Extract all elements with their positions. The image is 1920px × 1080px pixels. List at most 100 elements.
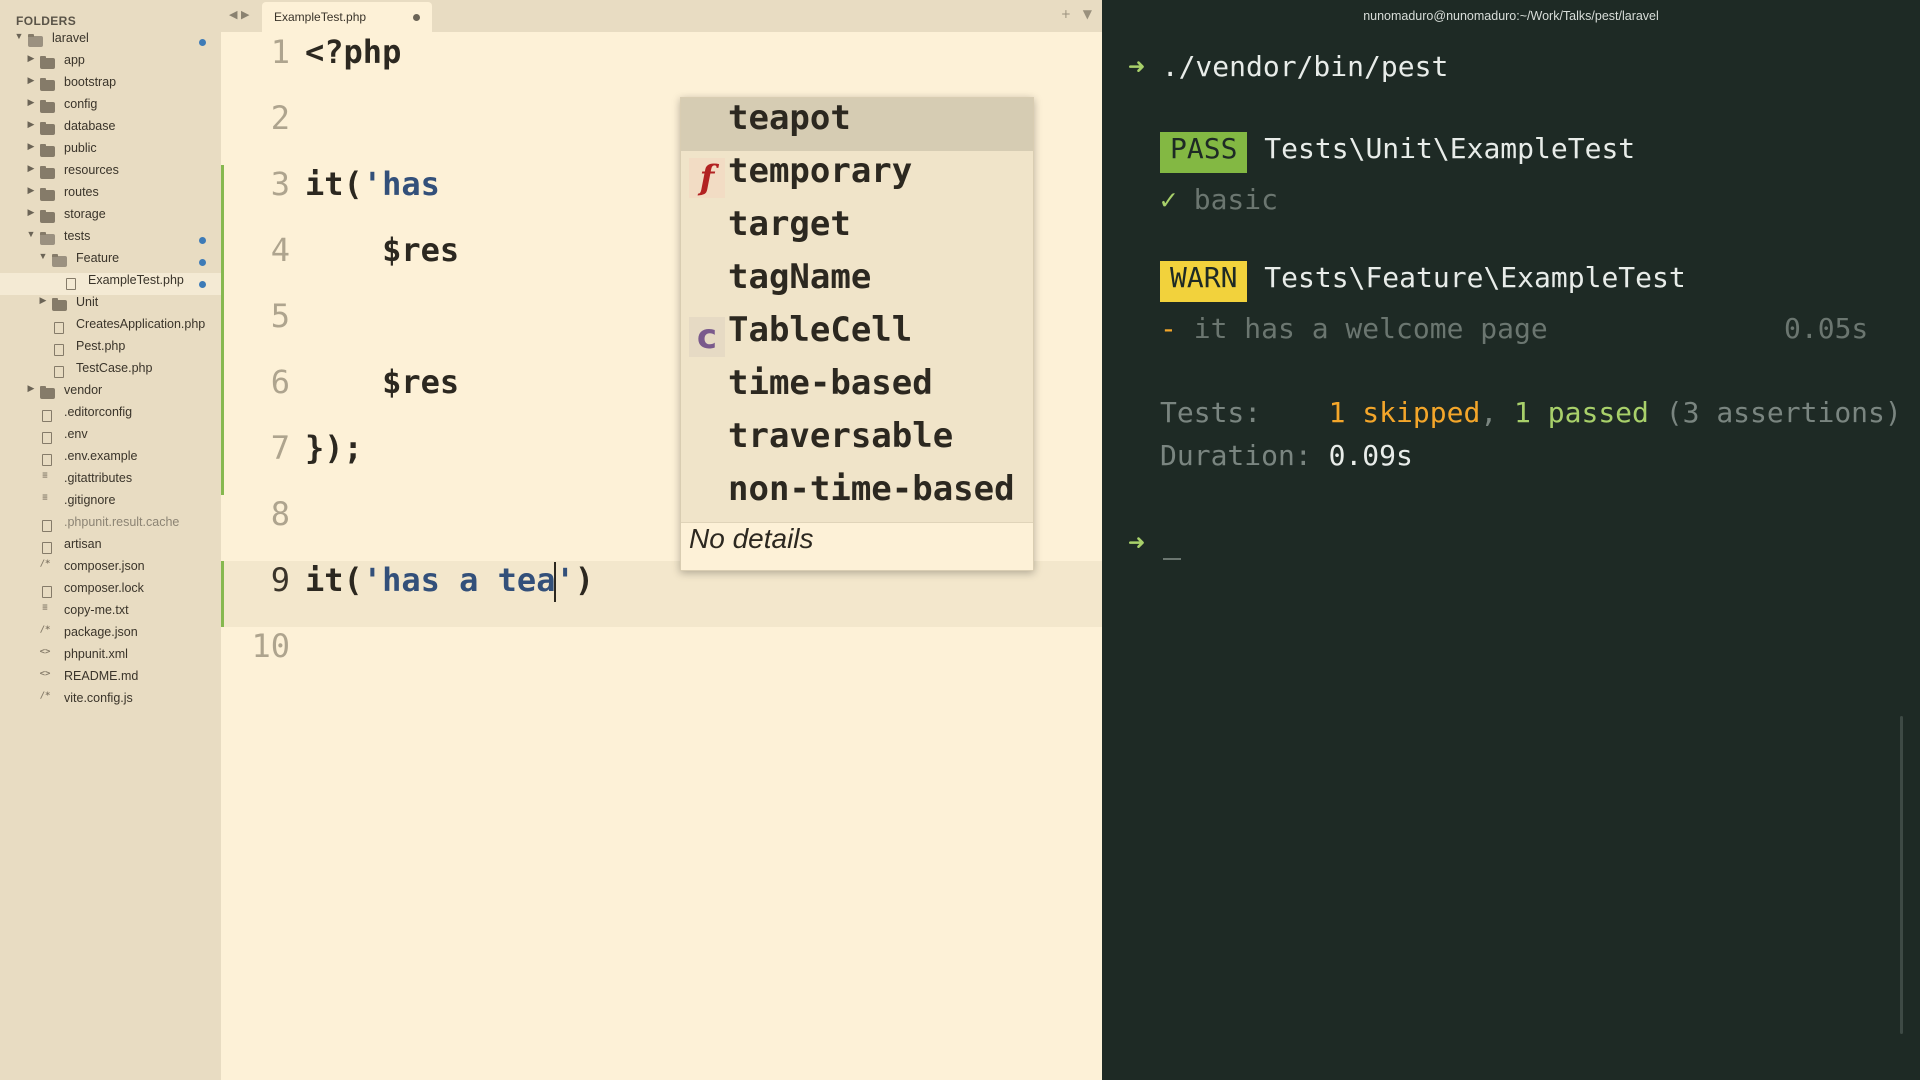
- tab-list-chevron-down-icon[interactable]: ▼: [1083, 7, 1092, 21]
- tree-item-exampletest-php[interactable]: ExampleTest.php: [0, 273, 221, 295]
- folder-icon: [40, 210, 55, 223]
- pass-badge: PASS: [1160, 132, 1248, 173]
- file-icon: [42, 542, 52, 554]
- autocomplete-item[interactable]: target: [681, 204, 1033, 257]
- code-token: it(: [305, 561, 363, 599]
- tree-item-storage[interactable]: ▶ storage: [0, 207, 221, 229]
- code-token: <?php: [305, 33, 402, 71]
- tree-item-testcase-php[interactable]: TestCase.php: [0, 361, 221, 383]
- tree-item-phpunit-xml[interactable]: <> phpunit.xml: [0, 647, 221, 669]
- line-number: 6: [270, 363, 290, 401]
- tab-label: ExampleTest.php: [274, 10, 367, 24]
- tree-item-createsapplication-php[interactable]: CreatesApplication.php: [0, 317, 221, 339]
- tree-item-laravel[interactable]: ▼ laravel: [0, 31, 221, 53]
- folder-open-icon: [28, 34, 43, 47]
- tree-item-resources[interactable]: ▶ resources: [0, 163, 221, 185]
- tree-item-label: laravel: [52, 31, 89, 45]
- sidebar: FOLDERS ▼ laravel ▶ app ▶ bootstrap ▶ config ▶ da…: [0, 0, 221, 1080]
- tree-item-public[interactable]: ▶ public: [0, 141, 221, 163]
- tree-item-unit[interactable]: ▶ Unit: [0, 295, 221, 317]
- disclosure-closed-icon[interactable]: ▶: [26, 53, 36, 64]
- autocomplete-list: teapot f temporary target tagName c TableCell t…: [681, 98, 1033, 522]
- autocomplete-item[interactable]: tagName: [681, 257, 1033, 310]
- tree-item-env-example[interactable]: .env.example: [0, 449, 221, 471]
- disclosure-open-icon[interactable]: ▼: [14, 31, 24, 41]
- tree-item-composer-lock[interactable]: composer.lock: [0, 581, 221, 603]
- disclosure-open-icon[interactable]: ▼: [26, 229, 36, 239]
- tree-item-bootstrap[interactable]: ▶ bootstrap: [0, 75, 221, 97]
- modified-dot-icon: [199, 259, 206, 266]
- tree-item-label: app: [64, 53, 85, 67]
- tree-item-readme-md[interactable]: <> README.md: [0, 669, 221, 691]
- terminal-cursor: [1163, 558, 1181, 560]
- tree-item-vite-config-js[interactable]: /* vite.config.js: [0, 691, 221, 713]
- tree-item-phpunit-result-cache[interactable]: .phpunit.result.cache: [0, 515, 221, 537]
- tree-item-label: CreatesApplication.php: [76, 317, 206, 331]
- tree-item-package-json[interactable]: /* package.json: [0, 625, 221, 647]
- disclosure-closed-icon[interactable]: ▶: [26, 97, 36, 108]
- tree-item-artisan[interactable]: artisan: [0, 537, 221, 559]
- tree-item-database[interactable]: ▶ database: [0, 119, 221, 141]
- prompt-arrow-icon: ➜: [1128, 50, 1145, 83]
- tree-item-label: vendor: [64, 383, 103, 397]
- code-token: ): [574, 561, 594, 599]
- tree-item-routes[interactable]: ▶ routes: [0, 185, 221, 207]
- disclosure-open-icon[interactable]: ▼: [38, 251, 48, 261]
- autocomplete-item-label: traversable: [728, 416, 954, 456]
- terminal-scrollbar[interactable]: [1900, 716, 1903, 1034]
- tree-item-app[interactable]: ▶ app: [0, 53, 221, 75]
- editor-pane: ◀ ▶ ExampleTest.php + ▼ 1 <?php 2 3 it('has …: [221, 0, 1102, 1080]
- disclosure-closed-icon[interactable]: ▶: [26, 207, 36, 218]
- autocomplete-item[interactable]: time-based: [681, 363, 1033, 416]
- terminal-prompt-line: ➜: [1128, 526, 1145, 559]
- tree-item-composer-json[interactable]: /* composer.json: [0, 559, 221, 581]
- file-icon: [54, 322, 64, 334]
- disclosure-closed-icon[interactable]: ▶: [26, 141, 36, 152]
- folder-icon: [40, 386, 55, 399]
- text-file-icon: ≡: [42, 603, 48, 613]
- autocomplete-item[interactable]: teapot: [681, 98, 1033, 151]
- prompt-arrow-icon: ➜: [1128, 526, 1145, 559]
- new-tab-icon[interactable]: +: [1061, 7, 1071, 21]
- tree-item-feature[interactable]: ▼ Feature: [0, 251, 221, 273]
- pass-test-line: ✓ basic: [1160, 183, 1278, 216]
- autocomplete-item[interactable]: f temporary: [681, 151, 1033, 204]
- terminal-pane[interactable]: nunomaduro@nunomaduro:~/Work/Talks/pest/…: [1102, 0, 1920, 1080]
- autocomplete-item-label: time-based: [728, 363, 933, 403]
- autocomplete-item-label: non-time-based: [728, 469, 1015, 509]
- tree-item-label: bootstrap: [64, 75, 117, 89]
- tree-item-tests[interactable]: ▼ tests: [0, 229, 221, 251]
- code-line[interactable]: 1 <?php: [221, 33, 1102, 99]
- autocomplete-item[interactable]: traversable: [681, 416, 1033, 469]
- tree-item-label: .editorconfig: [64, 405, 133, 419]
- autocomplete-item[interactable]: non-time-based: [681, 469, 1033, 522]
- disclosure-closed-icon[interactable]: ▶: [26, 163, 36, 174]
- tree-item-editorconfig[interactable]: .editorconfig: [0, 405, 221, 427]
- line-number: 7: [270, 429, 290, 467]
- folder-icon: [40, 56, 55, 69]
- tree-item-label: README.md: [64, 669, 139, 683]
- tree-item-vendor[interactable]: ▶ vendor: [0, 383, 221, 405]
- git-change-marker: [221, 165, 224, 231]
- tree-item-copy-me-txt[interactable]: ≡ copy-me.txt: [0, 603, 221, 625]
- tree-item-gitattributes[interactable]: ≡ .gitattributes: [0, 471, 221, 493]
- tree-item-config[interactable]: ▶ config: [0, 97, 221, 119]
- tree-item-env[interactable]: .env: [0, 427, 221, 449]
- disclosure-closed-icon[interactable]: ▶: [38, 295, 48, 306]
- disclosure-closed-icon[interactable]: ▶: [26, 75, 36, 86]
- line-number: 8: [270, 495, 290, 533]
- warn-test-name: it has a welcome page: [1193, 312, 1548, 345]
- tree-item-pest-php[interactable]: Pest.php: [0, 339, 221, 361]
- tab-nav-arrows-icon[interactable]: ◀ ▶: [229, 8, 249, 21]
- duration-value: 0.09s: [1328, 439, 1413, 472]
- unsaved-dot-icon[interactable]: [413, 14, 420, 21]
- disclosure-closed-icon[interactable]: ▶: [26, 383, 36, 394]
- tree-item-gitignore[interactable]: ≡ .gitignore: [0, 493, 221, 515]
- code-line[interactable]: 10: [221, 627, 1102, 693]
- autocomplete-item[interactable]: c TableCell: [681, 310, 1033, 363]
- tree-item-label: database: [64, 119, 116, 133]
- disclosure-closed-icon[interactable]: ▶: [26, 185, 36, 196]
- tab-bar: ◀ ▶ ExampleTest.php + ▼: [221, 0, 1102, 32]
- tab-example-test[interactable]: ExampleTest.php: [262, 2, 432, 32]
- disclosure-closed-icon[interactable]: ▶: [26, 119, 36, 130]
